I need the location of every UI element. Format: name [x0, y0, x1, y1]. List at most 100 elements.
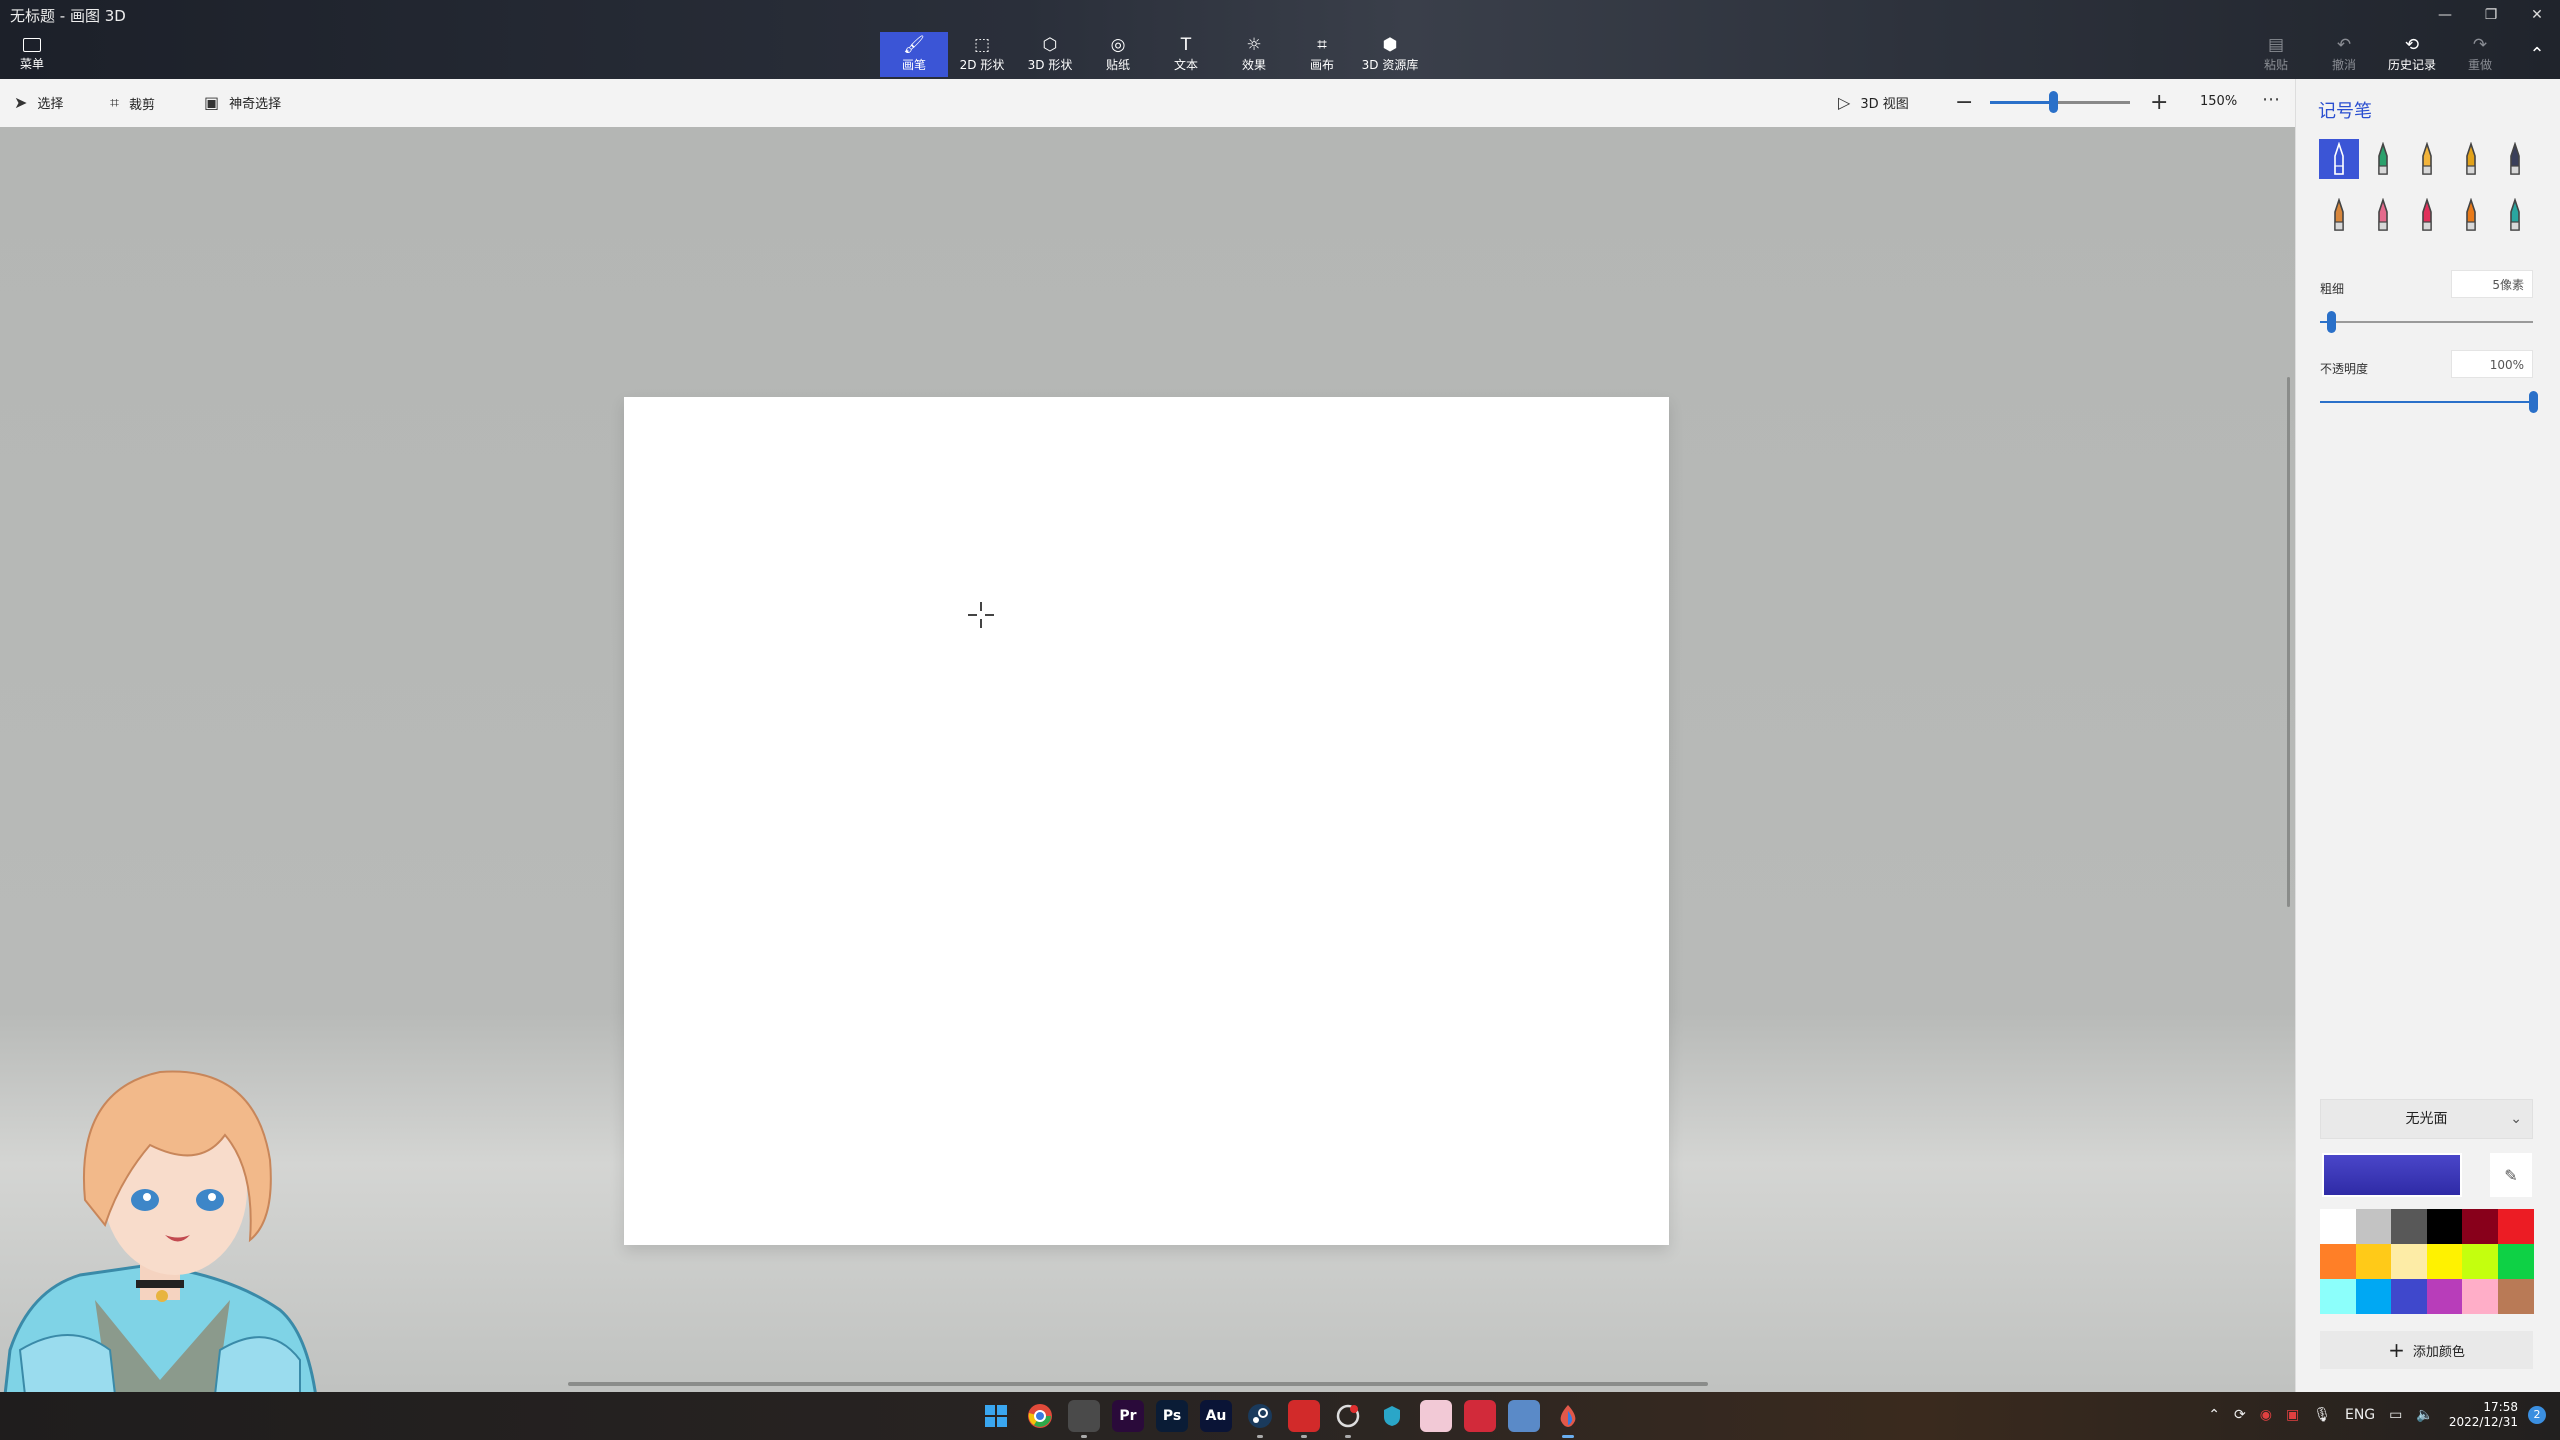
explorer-app-icon[interactable] [1068, 1400, 1100, 1438]
drawing-canvas[interactable] [624, 397, 1669, 1245]
thickness-field[interactable]: 5像素 [2451, 270, 2533, 298]
steam-icon[interactable] [1244, 1400, 1276, 1438]
calligraphy-pen-icon[interactable] [2363, 139, 2403, 179]
palette-swatch[interactable] [2497, 1244, 2534, 1279]
language-indicator[interactable]: ENG [2345, 1407, 2375, 1423]
palette-swatch[interactable] [2426, 1244, 2463, 1279]
crayon-icon[interactable] [2407, 195, 2447, 235]
crop-icon: ⌗ [110, 93, 120, 112]
palette-swatch[interactable] [2355, 1209, 2392, 1244]
app-red-icon[interactable] [1464, 1400, 1496, 1432]
minimize-button[interactable]: — [2422, 0, 2468, 30]
undo-button[interactable]: ↶ 撤消 [2310, 32, 2378, 77]
add-color-button[interactable]: + 添加颜色 [2320, 1331, 2533, 1369]
plus-icon: + [2388, 1338, 2405, 1362]
close-button[interactable]: ✕ [2514, 0, 2560, 30]
panel-title: 记号笔 [2318, 101, 2372, 122]
palette-swatch[interactable] [2320, 1209, 2356, 1244]
tool-canvas[interactable]: ⌗ 画布 [1288, 32, 1356, 77]
palette-swatch[interactable] [2391, 1244, 2427, 1279]
restore-button[interactable]: ❐ [2468, 0, 2514, 30]
history-button[interactable]: ⟲ 历史记录 [2378, 32, 2446, 77]
palette-swatch[interactable] [2426, 1279, 2463, 1314]
audition-icon[interactable]: Au [1200, 1400, 1232, 1432]
action-label: 撤消 [2331, 58, 2356, 72]
paste-button[interactable]: ▤ 粘贴 [2242, 32, 2310, 77]
sync-icon[interactable]: ⟳ [2234, 1407, 2246, 1423]
thickness-slider-thumb[interactable] [2326, 311, 2336, 333]
tool-text[interactable]: T 文本 [1152, 32, 1220, 77]
pixel-pen-icon[interactable] [2495, 139, 2535, 179]
tool-sticker[interactable]: ◎ 贴纸 [1084, 32, 1152, 77]
eyedropper-icon[interactable]: ✎ [2490, 1153, 2532, 1197]
notification-badge[interactable]: 2 [2528, 1406, 2546, 1424]
netease-tray-icon[interactable]: ◉ [2260, 1407, 2272, 1423]
pencil-icon[interactable] [2319, 195, 2359, 235]
app-circle-icon[interactable] [1332, 1400, 1364, 1438]
view-3d-button[interactable]: ▷ 3D 视图 [1838, 93, 1909, 112]
more-options-button[interactable]: ⋯ [2262, 89, 2280, 110]
start-icon[interactable] [980, 1400, 1012, 1432]
opacity-slider[interactable] [2320, 391, 2538, 413]
crop-label: 裁剪 [129, 97, 156, 113]
opacity-slider-thumb[interactable] [2529, 391, 2538, 413]
fill-icon[interactable] [2495, 195, 2535, 235]
zoom-slider-thumb[interactable] [2049, 91, 2058, 113]
current-color-swatch[interactable] [2322, 1153, 2462, 1197]
palette-swatch[interactable] [2391, 1209, 2427, 1244]
volume-icon[interactable]: 🔈 [2416, 1407, 2433, 1423]
premiere-icon[interactable]: Pr [1112, 1400, 1144, 1432]
redo-button[interactable]: ↷ 重做 [2446, 32, 2514, 77]
palette-swatch[interactable] [2462, 1244, 2498, 1279]
eraser-icon[interactable] [2363, 195, 2403, 235]
finish-dropdown[interactable]: 无光面 ⌄ [2320, 1099, 2533, 1139]
palette-swatch[interactable] [2320, 1244, 2356, 1279]
magic-select-button[interactable]: ▣ 神奇选择 [204, 93, 281, 112]
collapse-chevron-icon[interactable]: ⌃ [2514, 32, 2560, 77]
spray-can-icon[interactable] [2451, 195, 2491, 235]
tool-shape-2d[interactable]: ⬚ 2D 形状 [948, 32, 1016, 77]
palette-swatch[interactable] [2497, 1279, 2534, 1314]
network-icon[interactable]: ▭ [2389, 1407, 2402, 1423]
palette-swatch[interactable] [2320, 1279, 2356, 1314]
watercolor-icon[interactable] [2451, 139, 2491, 179]
opacity-field[interactable]: 100% [2451, 350, 2533, 378]
palette-swatch[interactable] [2355, 1279, 2392, 1314]
workspace [0, 127, 2295, 1392]
menu-button[interactable]: 菜单 [14, 38, 50, 72]
palette-swatch[interactable] [2462, 1279, 2498, 1314]
thickness-slider[interactable] [2320, 311, 2533, 333]
tool-shape-3d[interactable]: ⬡ 3D 形状 [1016, 32, 1084, 77]
zoom-out-button[interactable]: − [1955, 90, 1973, 115]
select-button[interactable]: ➤ 选择 [14, 93, 63, 112]
app-shield-icon[interactable] [1376, 1400, 1408, 1432]
paint3d-icon[interactable] [1552, 1400, 1584, 1438]
netease-music-icon[interactable] [1288, 1400, 1320, 1438]
app-blue-icon[interactable] [1508, 1400, 1540, 1432]
marker-icon[interactable] [2319, 139, 2359, 179]
taskbar-apps: Pr Ps Au [974, 1400, 1590, 1438]
palette-swatch[interactable] [2426, 1209, 2463, 1244]
tool-effects[interactable]: ☼ 效果 [1220, 32, 1288, 77]
zoom-slider[interactable] [1990, 91, 2130, 113]
tool-library-3d[interactable]: ⬢ 3D 资源库 [1356, 32, 1424, 77]
palette-swatch[interactable] [2462, 1209, 2498, 1244]
microphone-icon[interactable]: 🎙 [2313, 1407, 2331, 1423]
photoshop-icon[interactable]: Ps [1156, 1400, 1188, 1432]
palette-swatch[interactable] [2497, 1209, 2534, 1244]
clock[interactable]: 17:58 2022/12/31 [2449, 1400, 2518, 1430]
vertical-scrollbar[interactable] [2287, 377, 2290, 907]
red-app-tray-icon[interactable]: ▣ [2286, 1407, 2299, 1423]
history-icon: ⟲ [2404, 35, 2420, 55]
chrome-icon[interactable] [1024, 1400, 1056, 1432]
palette-swatch[interactable] [2355, 1244, 2392, 1279]
palette-swatch[interactable] [2391, 1279, 2427, 1314]
paste-icon: ▤ [2267, 35, 2285, 55]
chevron-up-icon[interactable]: ⌃ [2208, 1407, 2220, 1423]
oil-brush-icon[interactable] [2407, 139, 2447, 179]
tool-brush[interactable]: 🖌 画笔 [880, 32, 948, 77]
app-pink-icon[interactable] [1420, 1400, 1452, 1432]
zoom-in-button[interactable]: + [2150, 90, 2168, 115]
horizontal-scrollbar[interactable] [568, 1382, 1708, 1386]
crop-button[interactable]: ⌗ 裁剪 [110, 93, 155, 113]
